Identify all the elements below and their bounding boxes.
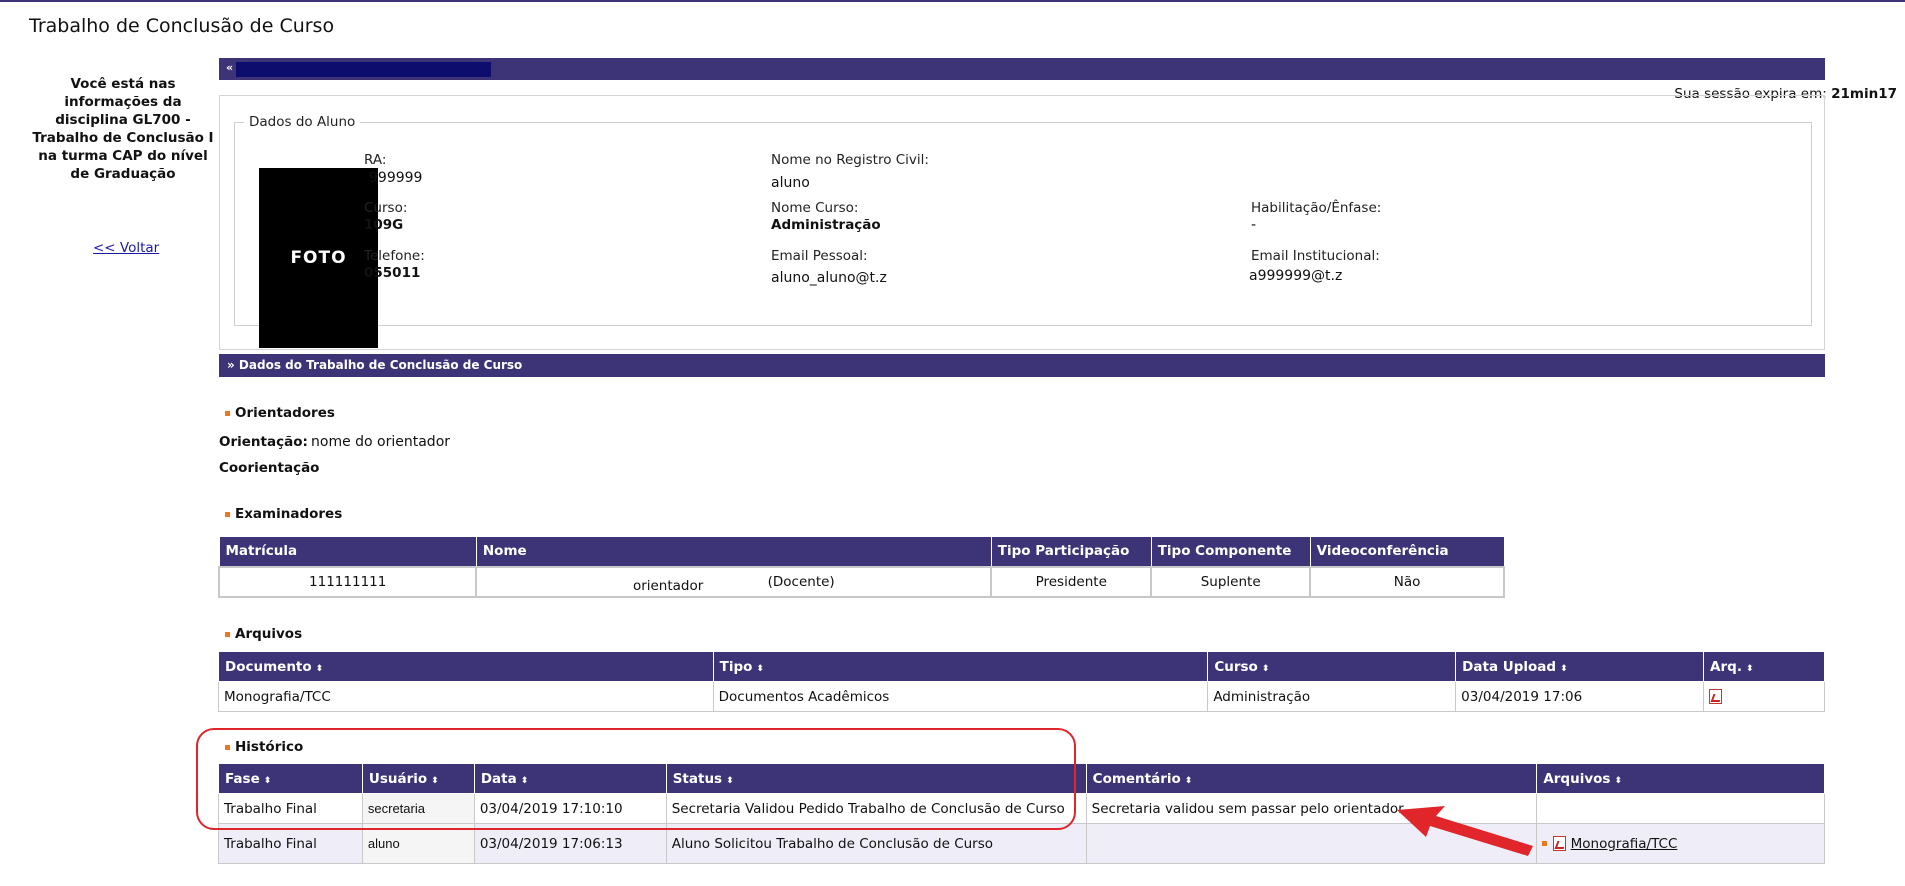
sort-icon: ⬍ xyxy=(1184,775,1193,786)
annotation-arrow-icon xyxy=(1397,806,1533,856)
student-legend: Dados do Aluno xyxy=(249,114,356,130)
col-videoconferencia: Videoconferência xyxy=(1309,536,1505,567)
orientadores-heading: Orientadores xyxy=(225,405,335,421)
cell-video: Não xyxy=(1309,565,1505,598)
examinadores-table: Matrícula Nome Tipo Participação Tipo Co… xyxy=(217,536,1505,598)
cell-arquivos: Monografia/TCC xyxy=(1536,823,1825,864)
examiner-type: (Docente) xyxy=(767,573,835,590)
col-data-upload[interactable]: Data Upload ⬍ xyxy=(1455,651,1705,682)
email-pessoal-value: aluno_aluno@t.z xyxy=(771,270,887,286)
top-border xyxy=(0,0,1905,2)
col-tipo-participacao: Tipo Participação xyxy=(990,536,1152,567)
orientacao-value: nome do orientador xyxy=(311,434,451,450)
cell-curso: Administração xyxy=(1207,681,1457,712)
arquivos-table: Documento ⬍ Tipo ⬍ Curso ⬍ Data Upload ⬍ Arq… xyxy=(218,651,1825,712)
tcc-section-bar[interactable]: » Dados do Trabalho de Conclusão de Curs… xyxy=(219,354,1825,377)
pdf-icon[interactable] xyxy=(1709,689,1723,704)
col-matricula: Matrícula xyxy=(218,536,477,567)
ra-label: RA: xyxy=(364,152,387,168)
sort-icon: ⬍ xyxy=(1745,663,1754,674)
sort-icon: ⬍ xyxy=(315,663,324,674)
top-bar: « xyxy=(219,58,1825,80)
table-row: 111111111 orientador (Docente) President… xyxy=(217,565,1505,598)
back-link[interactable]: << Voltar xyxy=(93,240,159,256)
student-photo: FOTO xyxy=(259,168,378,348)
monografia-link[interactable]: Monografia/TCC xyxy=(1571,836,1678,852)
table-row: Monografia/TCC Documentos Acadêmicos Adm… xyxy=(218,681,1825,712)
bullet-icon xyxy=(225,511,230,517)
examinadores-heading: Examinadores xyxy=(225,506,342,522)
arquivos-heading: Arquivos xyxy=(225,626,302,642)
curso-value: 109G xyxy=(364,217,404,233)
cell-data: 03/04/2019 17:06 xyxy=(1455,681,1705,712)
telefone-value: 055011 xyxy=(364,265,421,281)
sort-icon: ⬍ xyxy=(1560,663,1568,674)
cell-arquivos xyxy=(1536,793,1825,824)
col-nome: Nome xyxy=(475,536,992,567)
nome-curso-value: Administração xyxy=(771,217,881,233)
examiner-name: orientador xyxy=(632,577,704,594)
nome-curso-label: Nome Curso: xyxy=(771,200,859,216)
email-inst-value: a999999@t.z xyxy=(1249,268,1343,284)
col-tipo-componente: Tipo Componente xyxy=(1150,536,1311,567)
student-panel: Dados do Aluno FOTO RA: 999999 Nome no R… xyxy=(219,95,1825,350)
pdf-icon[interactable] xyxy=(1553,836,1567,851)
nome-registro-label: Nome no Registro Civil: xyxy=(771,152,929,168)
annotation-highlight-box xyxy=(196,728,1076,830)
orientacao-label: Orientação: xyxy=(219,434,308,450)
col-arq[interactable]: Arq. ⬍ xyxy=(1703,651,1825,682)
session-time: 21min17 xyxy=(1831,86,1897,102)
col-curso[interactable]: Curso ⬍ xyxy=(1207,651,1457,682)
discipline-info: Você está nas informações da disciplina … xyxy=(32,76,214,182)
cell-documento: Monografia/TCC xyxy=(218,681,714,712)
student-fieldset: Dados do Aluno FOTO RA: 999999 Nome no R… xyxy=(234,114,1812,348)
email-pessoal-label: Email Pessoal: xyxy=(771,248,868,264)
telefone-label: Telefone: xyxy=(364,248,425,264)
bullet-icon xyxy=(225,410,230,416)
cell-matricula: 111111111 xyxy=(217,565,478,598)
bullet-icon xyxy=(225,631,230,637)
col-tipo[interactable]: Tipo ⬍ xyxy=(712,651,1209,682)
redacted-block xyxy=(236,62,491,77)
page-title: Trabalho de Conclusão de Curso xyxy=(29,15,335,37)
sort-icon: ⬍ xyxy=(1614,775,1622,786)
cell-componente: Suplente xyxy=(1150,565,1312,598)
bullet-icon xyxy=(1542,841,1548,846)
col-documento[interactable]: Documento ⬍ xyxy=(218,651,714,682)
sort-icon: ⬍ xyxy=(1261,663,1270,674)
cell-arq xyxy=(1703,681,1825,712)
collapse-toggle[interactable]: « xyxy=(226,61,233,74)
cell-tipo: Documentos Acadêmicos xyxy=(712,681,1209,712)
cell-participacao: Presidente xyxy=(990,565,1153,598)
habilitacao-label: Habilitação/Ênfase: xyxy=(1251,200,1382,216)
coorientacao-label: Coorientação xyxy=(219,460,320,476)
col-arquivos[interactable]: Arquivos ⬍ xyxy=(1536,763,1825,794)
sort-icon: ⬍ xyxy=(756,663,764,674)
nome-registro-value: aluno xyxy=(771,175,810,191)
habilitacao-value: - xyxy=(1251,217,1257,233)
email-inst-label: Email Institucional: xyxy=(1251,248,1380,264)
curso-label: Curso: xyxy=(364,200,408,216)
cell-nome: orientador (Docente) xyxy=(475,565,993,598)
col-comentario[interactable]: Comentário ⬍ xyxy=(1085,763,1538,794)
ra-value: 999999 xyxy=(369,170,423,186)
